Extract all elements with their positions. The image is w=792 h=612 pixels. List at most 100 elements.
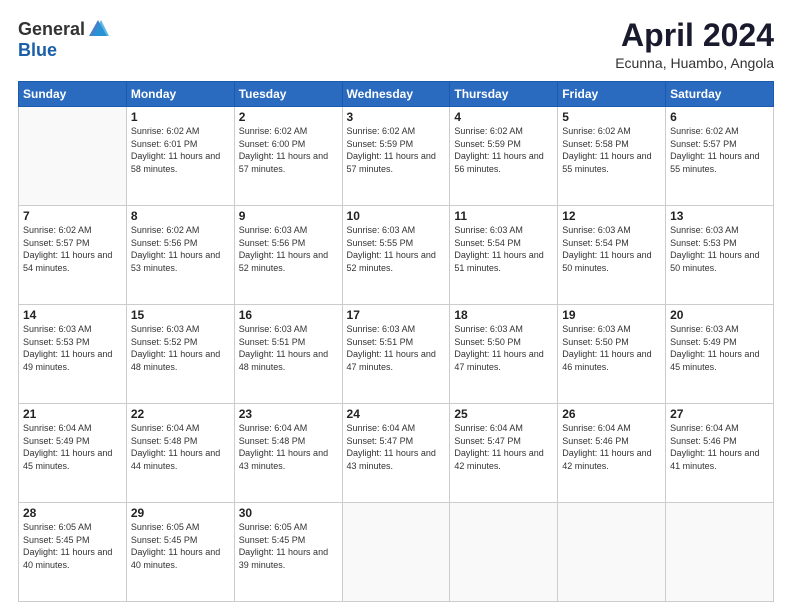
calendar-cell: 1Sunrise: 6:02 AMSunset: 6:01 PMDaylight… bbox=[126, 107, 234, 206]
day-number: 22 bbox=[131, 407, 230, 421]
day-info: Sunrise: 6:04 AMSunset: 5:47 PMDaylight:… bbox=[347, 422, 446, 472]
day-number: 26 bbox=[562, 407, 661, 421]
day-info: Sunrise: 6:02 AMSunset: 6:01 PMDaylight:… bbox=[131, 125, 230, 175]
calendar-cell: 12Sunrise: 6:03 AMSunset: 5:54 PMDayligh… bbox=[558, 206, 666, 305]
day-info: Sunrise: 6:03 AMSunset: 5:53 PMDaylight:… bbox=[670, 224, 769, 274]
calendar-week-row: 1Sunrise: 6:02 AMSunset: 6:01 PMDaylight… bbox=[19, 107, 774, 206]
day-info: Sunrise: 6:04 AMSunset: 5:46 PMDaylight:… bbox=[670, 422, 769, 472]
logo-blue-text: Blue bbox=[18, 40, 57, 61]
calendar-cell: 15Sunrise: 6:03 AMSunset: 5:52 PMDayligh… bbox=[126, 305, 234, 404]
day-info: Sunrise: 6:03 AMSunset: 5:51 PMDaylight:… bbox=[239, 323, 338, 373]
day-header-thursday: Thursday bbox=[450, 82, 558, 107]
day-number: 14 bbox=[23, 308, 122, 322]
day-info: Sunrise: 6:02 AMSunset: 5:58 PMDaylight:… bbox=[562, 125, 661, 175]
day-number: 28 bbox=[23, 506, 122, 520]
day-number: 6 bbox=[670, 110, 769, 124]
calendar-cell: 10Sunrise: 6:03 AMSunset: 5:55 PMDayligh… bbox=[342, 206, 450, 305]
day-info: Sunrise: 6:03 AMSunset: 5:50 PMDaylight:… bbox=[454, 323, 553, 373]
day-info: Sunrise: 6:03 AMSunset: 5:49 PMDaylight:… bbox=[670, 323, 769, 373]
day-info: Sunrise: 6:03 AMSunset: 5:55 PMDaylight:… bbox=[347, 224, 446, 274]
calendar-cell: 19Sunrise: 6:03 AMSunset: 5:50 PMDayligh… bbox=[558, 305, 666, 404]
calendar-cell: 27Sunrise: 6:04 AMSunset: 5:46 PMDayligh… bbox=[666, 404, 774, 503]
day-number: 19 bbox=[562, 308, 661, 322]
day-info: Sunrise: 6:02 AMSunset: 5:57 PMDaylight:… bbox=[670, 125, 769, 175]
calendar-cell: 9Sunrise: 6:03 AMSunset: 5:56 PMDaylight… bbox=[234, 206, 342, 305]
day-number: 16 bbox=[239, 308, 338, 322]
calendar-cell: 25Sunrise: 6:04 AMSunset: 5:47 PMDayligh… bbox=[450, 404, 558, 503]
day-number: 23 bbox=[239, 407, 338, 421]
day-number: 4 bbox=[454, 110, 553, 124]
calendar-cell: 30Sunrise: 6:05 AMSunset: 5:45 PMDayligh… bbox=[234, 503, 342, 602]
calendar-cell bbox=[666, 503, 774, 602]
location: Ecunna, Huambo, Angola bbox=[615, 55, 774, 71]
day-info: Sunrise: 6:03 AMSunset: 5:54 PMDaylight:… bbox=[454, 224, 553, 274]
day-number: 30 bbox=[239, 506, 338, 520]
day-info: Sunrise: 6:05 AMSunset: 5:45 PMDaylight:… bbox=[239, 521, 338, 571]
calendar-week-row: 7Sunrise: 6:02 AMSunset: 5:57 PMDaylight… bbox=[19, 206, 774, 305]
day-info: Sunrise: 6:04 AMSunset: 5:47 PMDaylight:… bbox=[454, 422, 553, 472]
calendar-header-row: SundayMondayTuesdayWednesdayThursdayFrid… bbox=[19, 82, 774, 107]
day-header-saturday: Saturday bbox=[666, 82, 774, 107]
day-info: Sunrise: 6:04 AMSunset: 5:49 PMDaylight:… bbox=[23, 422, 122, 472]
logo-icon bbox=[87, 18, 109, 40]
day-number: 17 bbox=[347, 308, 446, 322]
calendar-cell bbox=[342, 503, 450, 602]
day-number: 3 bbox=[347, 110, 446, 124]
calendar-cell: 24Sunrise: 6:04 AMSunset: 5:47 PMDayligh… bbox=[342, 404, 450, 503]
day-number: 12 bbox=[562, 209, 661, 223]
day-number: 18 bbox=[454, 308, 553, 322]
day-info: Sunrise: 6:04 AMSunset: 5:46 PMDaylight:… bbox=[562, 422, 661, 472]
day-header-sunday: Sunday bbox=[19, 82, 127, 107]
day-number: 24 bbox=[347, 407, 446, 421]
calendar-cell: 8Sunrise: 6:02 AMSunset: 5:56 PMDaylight… bbox=[126, 206, 234, 305]
calendar-cell bbox=[558, 503, 666, 602]
month-title: April 2024 bbox=[615, 18, 774, 53]
day-header-friday: Friday bbox=[558, 82, 666, 107]
calendar-week-row: 21Sunrise: 6:04 AMSunset: 5:49 PMDayligh… bbox=[19, 404, 774, 503]
calendar-cell: 23Sunrise: 6:04 AMSunset: 5:48 PMDayligh… bbox=[234, 404, 342, 503]
calendar-cell: 28Sunrise: 6:05 AMSunset: 5:45 PMDayligh… bbox=[19, 503, 127, 602]
day-number: 7 bbox=[23, 209, 122, 223]
calendar-week-row: 14Sunrise: 6:03 AMSunset: 5:53 PMDayligh… bbox=[19, 305, 774, 404]
calendar-cell: 20Sunrise: 6:03 AMSunset: 5:49 PMDayligh… bbox=[666, 305, 774, 404]
day-info: Sunrise: 6:03 AMSunset: 5:52 PMDaylight:… bbox=[131, 323, 230, 373]
calendar-cell: 2Sunrise: 6:02 AMSunset: 6:00 PMDaylight… bbox=[234, 107, 342, 206]
day-number: 29 bbox=[131, 506, 230, 520]
day-info: Sunrise: 6:02 AMSunset: 5:59 PMDaylight:… bbox=[454, 125, 553, 175]
logo-general-text: General bbox=[18, 19, 85, 40]
day-info: Sunrise: 6:02 AMSunset: 5:57 PMDaylight:… bbox=[23, 224, 122, 274]
logo: General Blue bbox=[18, 18, 109, 61]
day-info: Sunrise: 6:02 AMSunset: 5:59 PMDaylight:… bbox=[347, 125, 446, 175]
calendar-cell: 13Sunrise: 6:03 AMSunset: 5:53 PMDayligh… bbox=[666, 206, 774, 305]
day-number: 9 bbox=[239, 209, 338, 223]
calendar-table: SundayMondayTuesdayWednesdayThursdayFrid… bbox=[18, 81, 774, 602]
day-info: Sunrise: 6:05 AMSunset: 5:45 PMDaylight:… bbox=[131, 521, 230, 571]
calendar-cell: 18Sunrise: 6:03 AMSunset: 5:50 PMDayligh… bbox=[450, 305, 558, 404]
day-info: Sunrise: 6:03 AMSunset: 5:50 PMDaylight:… bbox=[562, 323, 661, 373]
calendar-cell: 17Sunrise: 6:03 AMSunset: 5:51 PMDayligh… bbox=[342, 305, 450, 404]
calendar-cell bbox=[450, 503, 558, 602]
day-info: Sunrise: 6:04 AMSunset: 5:48 PMDaylight:… bbox=[239, 422, 338, 472]
day-number: 20 bbox=[670, 308, 769, 322]
calendar-week-row: 28 Sunrise: 6:05 AMSunset: 5:45 PMDayligh… bbox=[19, 503, 774, 602]
day-number: 25 bbox=[454, 407, 553, 421]
day-number: 5 bbox=[562, 110, 661, 124]
calendar-cell: 16Sunrise: 6:03 AMSunset: 5:51 PMDayligh… bbox=[234, 305, 342, 404]
day-number: 11 bbox=[454, 209, 553, 223]
day-header-monday: Monday bbox=[126, 82, 234, 107]
calendar-cell: 6Sunrise: 6:02 AMSunset: 5:57 PMDaylight… bbox=[666, 107, 774, 206]
day-info: Sunrise: 6:02 AMSunset: 6:00 PMDaylight:… bbox=[239, 125, 338, 175]
day-info: Sunrise: 6:04 AMSunset: 5:48 PMDaylight:… bbox=[131, 422, 230, 472]
calendar-cell: 5Sunrise: 6:02 AMSunset: 5:58 PMDaylight… bbox=[558, 107, 666, 206]
page: General Blue April 2024 Ecunna, Huambo, … bbox=[0, 0, 792, 612]
calendar-cell bbox=[19, 107, 127, 206]
day-header-wednesday: Wednesday bbox=[342, 82, 450, 107]
day-info: Sunrise: 6:03 AMSunset: 5:51 PMDaylight:… bbox=[347, 323, 446, 373]
day-info: Sunrise: 6:03 AMSunset: 5:54 PMDaylight:… bbox=[562, 224, 661, 274]
day-number: 2 bbox=[239, 110, 338, 124]
title-section: April 2024 Ecunna, Huambo, Angola bbox=[615, 18, 774, 71]
day-number: 21 bbox=[23, 407, 122, 421]
calendar-cell: 29Sunrise: 6:05 AMSunset: 5:45 PMDayligh… bbox=[126, 503, 234, 602]
day-number: 1 bbox=[131, 110, 230, 124]
day-number: 10 bbox=[347, 209, 446, 223]
